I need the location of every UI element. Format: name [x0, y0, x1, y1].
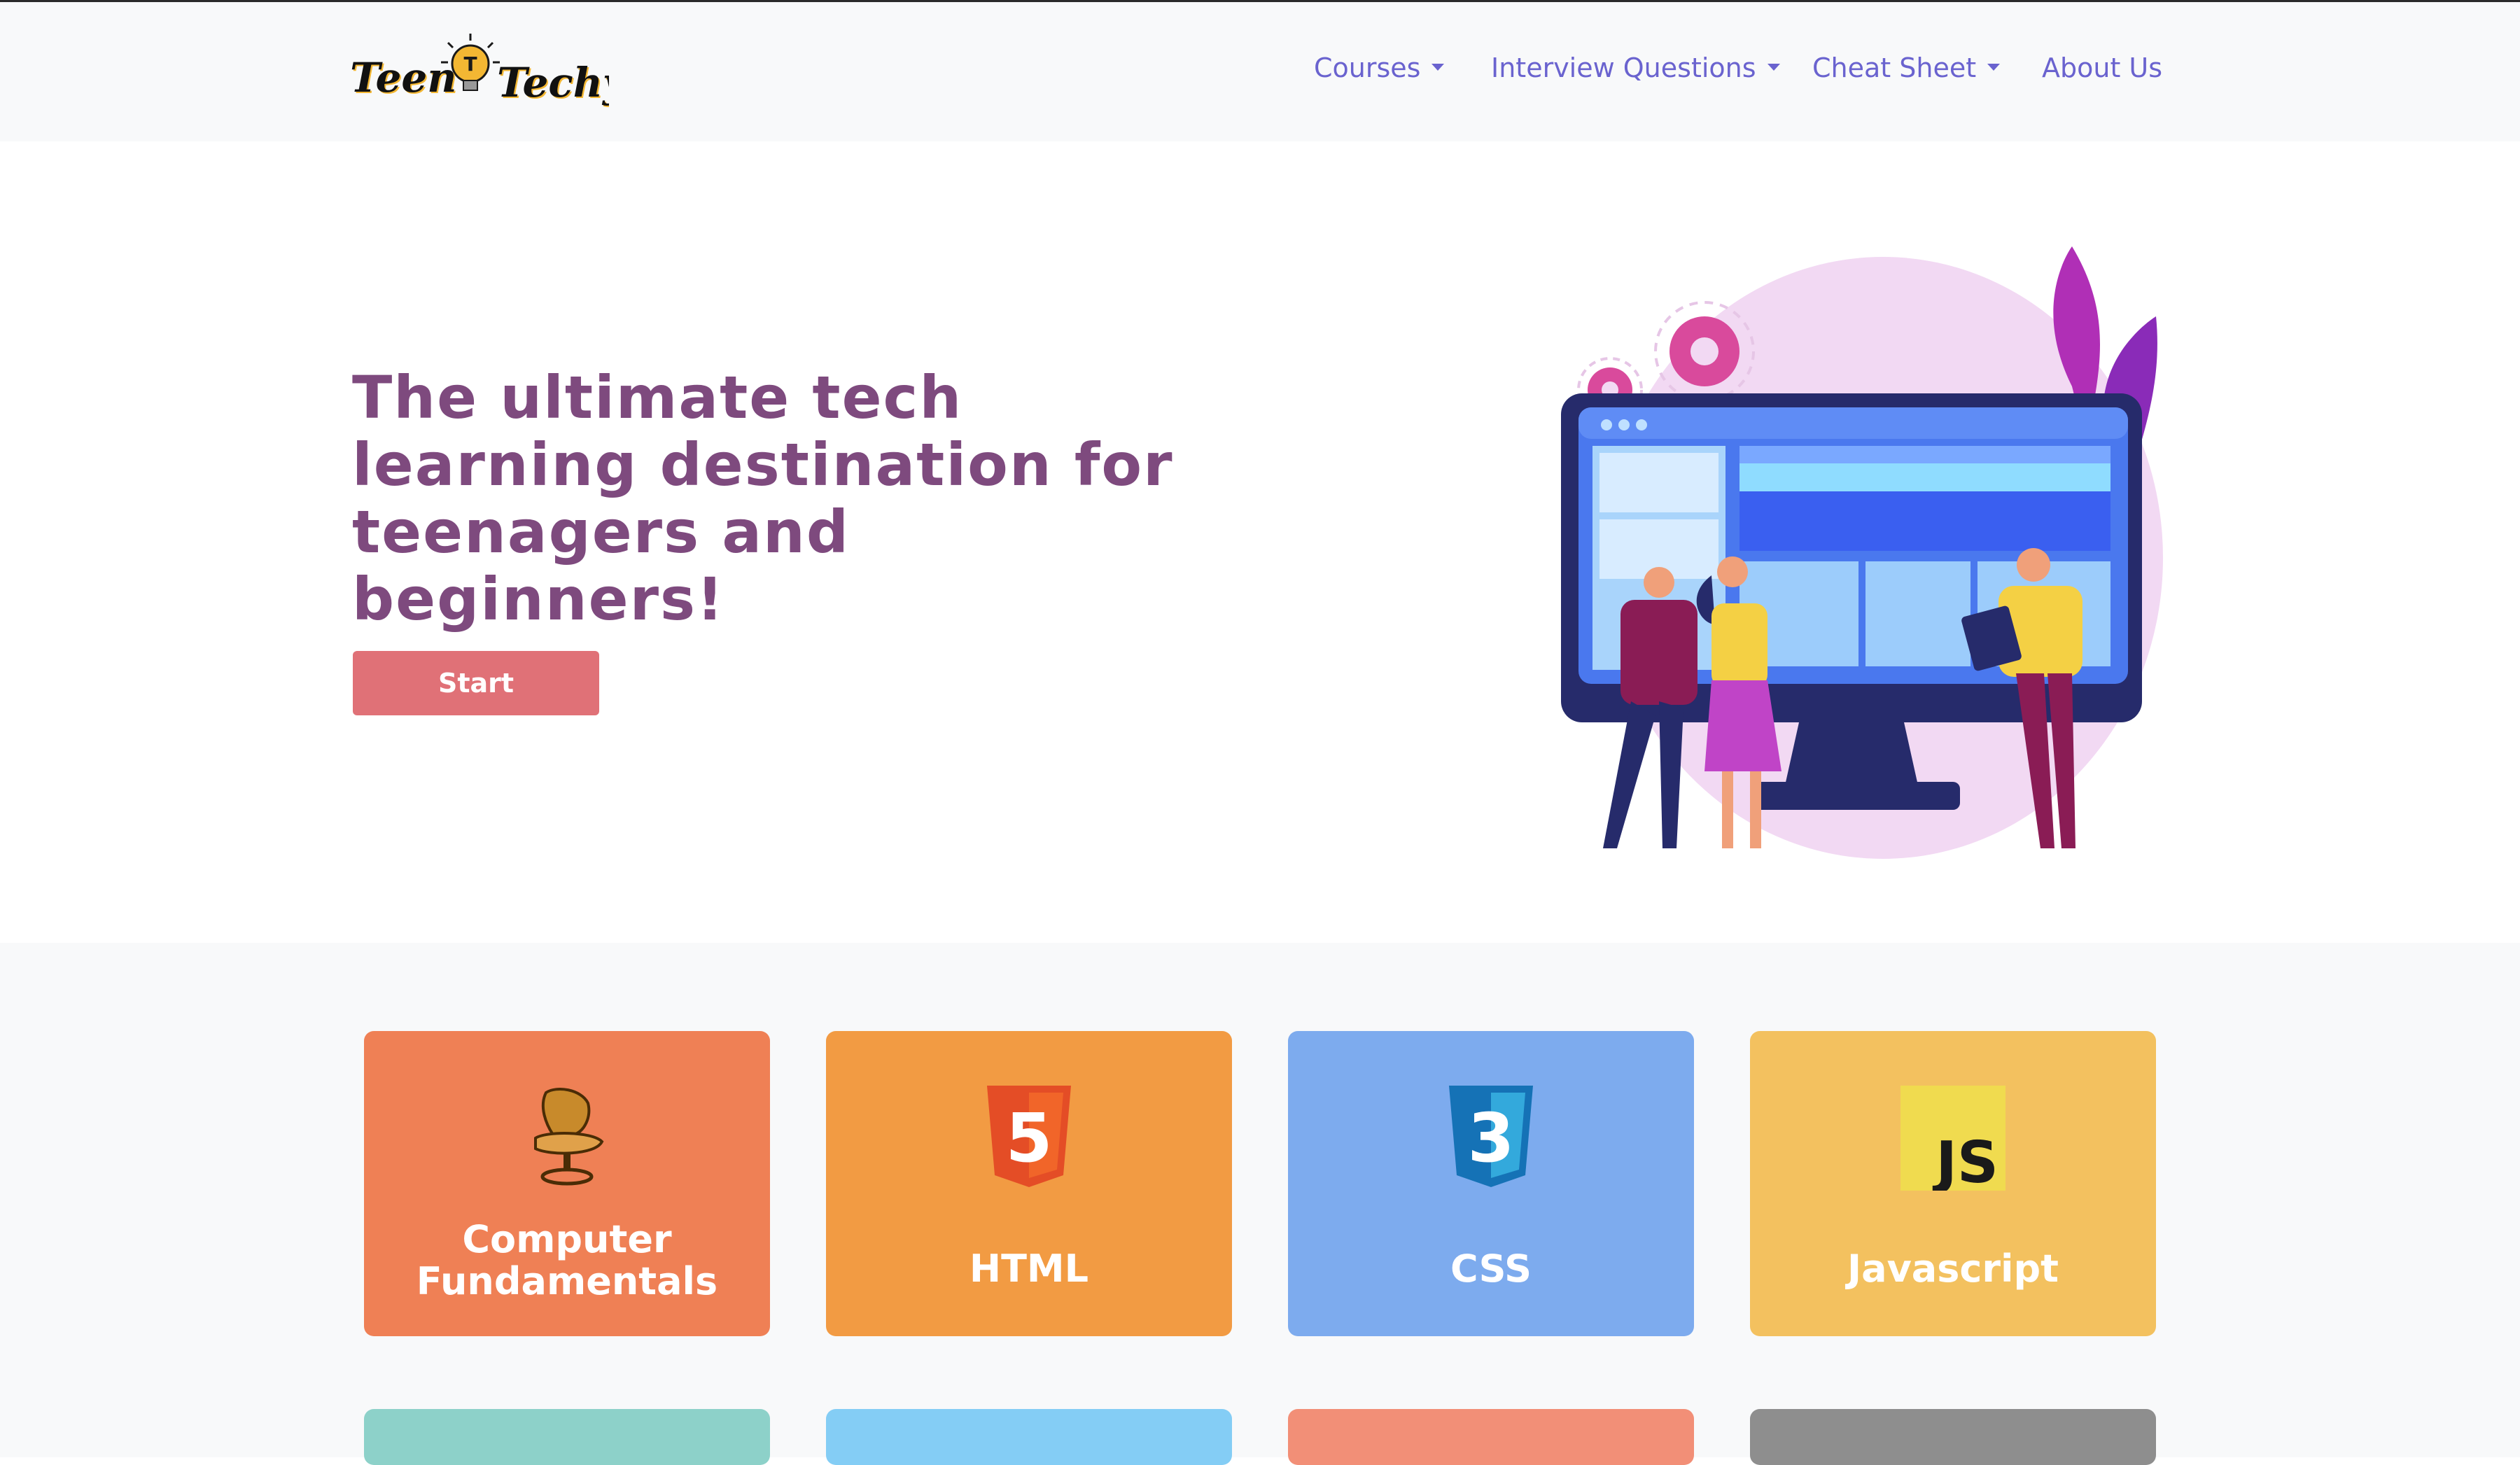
nav-cheat-sheet-label: Cheat Sheet — [1812, 52, 1977, 83]
svg-text:T: T — [463, 52, 477, 76]
teen-techy-logo[interactable]: T Teen Teen Techy Techy — [350, 30, 609, 121]
nav-courses[interactable]: Courses — [1314, 52, 1445, 83]
gear-icon — [1654, 301, 1755, 402]
nav-about-us-label: About Us — [2042, 52, 2163, 83]
course-card-partial[interactable] — [1750, 1409, 2156, 1465]
course-card-partial[interactable] — [826, 1409, 1232, 1465]
computer-chair-icon — [534, 1088, 604, 1186]
nav-courses-label: Courses — [1314, 52, 1421, 83]
chevron-down-icon — [1432, 63, 1445, 71]
svg-text:Techy: Techy — [497, 59, 609, 106]
course-card-html[interactable]: 5 HTML — [826, 1031, 1232, 1336]
course-card-title: HTML — [969, 1247, 1089, 1291]
nav-interview-questions[interactable]: Interview Questions — [1491, 52, 1780, 83]
html5-icon: 5 — [987, 1086, 1071, 1187]
course-card-title: Javascript — [1847, 1247, 2059, 1291]
hero-section: The ultimate tech learning destination f… — [0, 141, 2520, 943]
courses-section: Computer Fundamentals 5 HTML 3 CSS JS Ja… — [0, 943, 2520, 1457]
svg-text:3: 3 — [1468, 1099, 1515, 1177]
svg-text:5: 5 — [1006, 1099, 1053, 1177]
svg-text:JS: JS — [1932, 1130, 1998, 1191]
course-card-css[interactable]: 3 CSS — [1288, 1031, 1694, 1336]
course-card-javascript[interactable]: JS Javascript — [1750, 1031, 2156, 1336]
hero-title: The ultimate tech learning destination f… — [352, 363, 1174, 633]
team-monitor-illustration — [1561, 246, 2163, 859]
css3-icon: 3 — [1449, 1086, 1533, 1187]
course-card-partial[interactable] — [364, 1409, 770, 1465]
chevron-down-icon — [1767, 63, 1780, 71]
course-card-title: CSS — [1450, 1247, 1532, 1291]
svg-text:Teen: Teen — [350, 54, 456, 101]
js-icon: JS — [1900, 1086, 2005, 1191]
course-card-computer-fundamentals[interactable]: Computer Fundamentals — [364, 1031, 770, 1336]
nav-interview-questions-label: Interview Questions — [1491, 52, 1756, 83]
course-card-title: Computer Fundamentals — [416, 1217, 718, 1303]
nav-about-us[interactable]: About Us — [2042, 52, 2162, 83]
course-card-partial[interactable] — [1288, 1409, 1694, 1465]
navbar: T Teen Teen Techy Techy Courses Intervie… — [0, 2, 2520, 141]
start-button[interactable]: Start — [353, 651, 599, 715]
chevron-down-icon — [1987, 63, 2001, 71]
nav-cheat-sheet[interactable]: Cheat Sheet — [1812, 52, 2001, 83]
